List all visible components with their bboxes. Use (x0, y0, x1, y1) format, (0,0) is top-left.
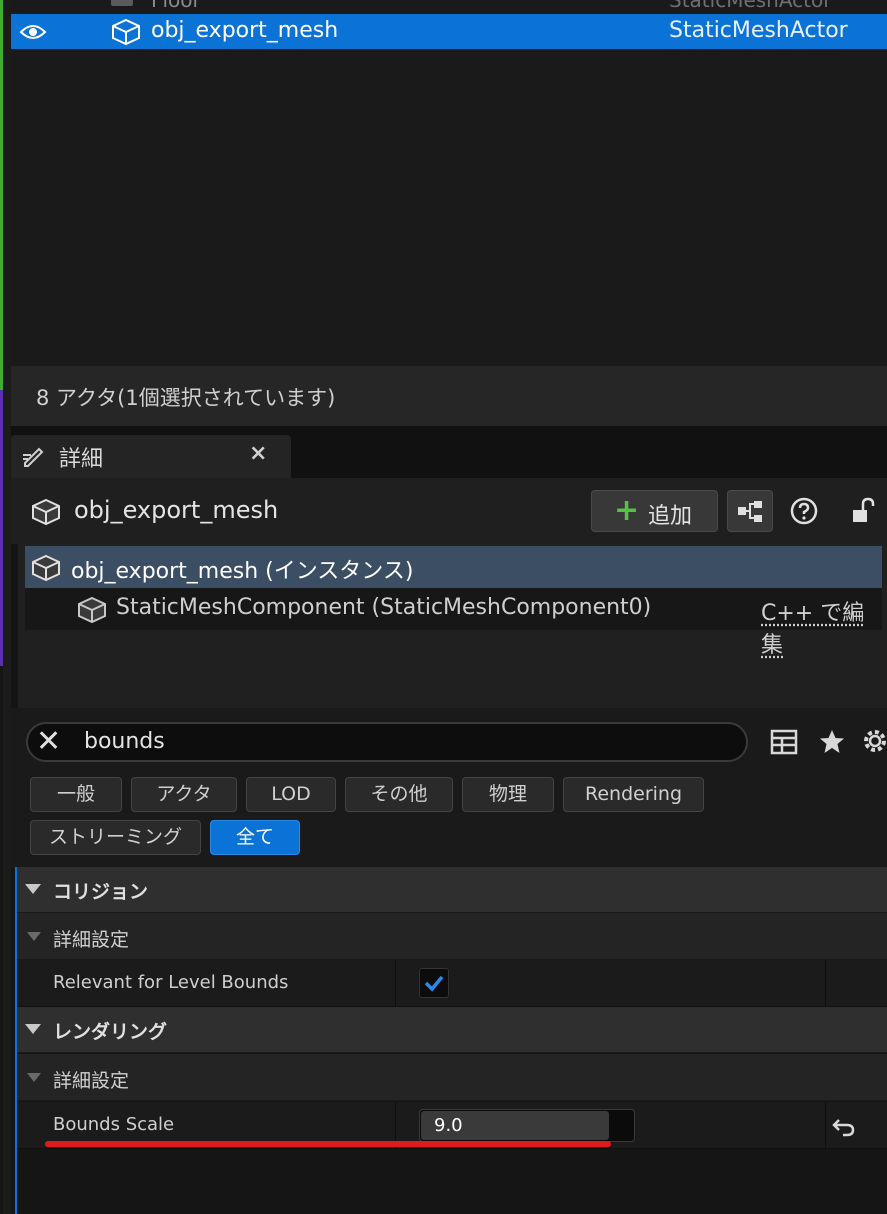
property-row-relevant-for-level-bounds: Relevant for Level Bounds (17, 960, 887, 1007)
filter-chip-physics[interactable]: 物理 (462, 777, 554, 812)
section-rendering[interactable]: レンダリング (17, 1007, 887, 1053)
filter-chip-misc[interactable]: その他 (345, 777, 453, 812)
outliner-row-selected[interactable]: obj_export_mesh StaticMeshActor (11, 14, 887, 49)
clear-search-icon[interactable]: ✕ (36, 724, 61, 760)
edit-in-cpp-link[interactable]: C++ で編集 (761, 595, 882, 659)
filter-chip-actor[interactable]: アクタ (131, 777, 237, 812)
section-title: コリジョン (53, 881, 149, 903)
blueprint-button[interactable] (727, 490, 773, 532)
bounds-scale-field[interactable]: 9.0 (419, 1109, 635, 1142)
search-input[interactable]: ✕ bounds (26, 722, 748, 762)
component-row-instance[interactable]: obj_export_mesh (インスタンス) (25, 546, 882, 588)
actor-type: StaticMeshActor (669, 0, 832, 12)
filter-chip-general[interactable]: 一般 (30, 777, 122, 812)
column-divider (825, 1102, 826, 1149)
static-mesh-icon (32, 498, 60, 526)
add-button-label: 追加 (648, 504, 693, 529)
component-row-static-mesh[interactable]: StaticMeshComponent (StaticMeshComponent… (25, 588, 882, 658)
reset-icon[interactable] (831, 1114, 857, 1138)
expand-arrow-icon (27, 1073, 41, 1082)
left-gutter (3, 0, 11, 1214)
section-collision[interactable]: コリジョン (17, 867, 887, 913)
add-component-button[interactable]: + 追加 (591, 490, 718, 532)
column-divider (395, 960, 396, 1007)
highlight-underline (45, 1141, 611, 1147)
relevant-for-level-bounds-checkbox[interactable] (419, 968, 449, 998)
blueprint-icon (738, 501, 762, 522)
tab-details[interactable]: 詳細 × (11, 435, 291, 478)
column-divider (825, 960, 826, 1007)
component-label: StaticMeshComponent (StaticMeshComponent… (116, 595, 652, 620)
static-mesh-icon (32, 554, 60, 582)
expand-arrow-icon (25, 884, 41, 894)
subsection-collision-advanced[interactable]: 詳細設定 (17, 913, 887, 960)
search-value: bounds (84, 729, 165, 754)
section-title: レンダリング (53, 1021, 168, 1043)
details-header: obj_export_mesh + 追加 (11, 478, 887, 544)
eye-icon[interactable] (19, 22, 47, 42)
property-label: Bounds Scale (53, 1114, 175, 1135)
filter-chip-rendering[interactable]: Rendering (563, 777, 704, 812)
static-mesh-icon (112, 18, 140, 46)
filter-chip-streaming[interactable]: ストリーミング (30, 820, 201, 855)
actor-type: StaticMeshActor (669, 18, 848, 43)
actor-name: obj_export_mesh (151, 18, 339, 43)
subsection-rendering-advanced[interactable]: 詳細設定 (17, 1054, 887, 1101)
static-mesh-icon (78, 596, 106, 624)
filter-chip-lod[interactable]: LOD (246, 777, 336, 812)
subsection-title: 詳細設定 (53, 929, 130, 951)
static-mesh-icon (111, 0, 133, 6)
expand-arrow-icon (25, 1024, 41, 1034)
actor-name: Floor (151, 0, 201, 12)
actor-count-status: 8 アクタ(1個選択されています) (36, 386, 336, 410)
bounds-scale-value: 9.0 (434, 1115, 463, 1136)
filter-chip-all[interactable]: 全て (210, 820, 300, 855)
close-icon[interactable]: × (249, 441, 267, 466)
property-label: Relevant for Level Bounds (53, 972, 289, 993)
outliner-status-bar: 8 アクタ(1個選択されています) (11, 366, 887, 426)
outliner-row[interactable]: Floor StaticMeshActor (11, 0, 887, 12)
table-icon[interactable] (770, 728, 798, 756)
expand-arrow-icon (27, 932, 41, 941)
selected-actor-name[interactable]: obj_export_mesh (74, 496, 278, 524)
gear-icon[interactable] (860, 726, 887, 756)
help-icon[interactable] (789, 496, 819, 526)
star-icon[interactable] (818, 728, 846, 756)
tab-title: 詳細 (59, 447, 104, 472)
checkmark-icon (424, 975, 444, 992)
lock-icon[interactable] (847, 496, 877, 526)
plus-icon: + (614, 493, 640, 528)
outliner-panel (11, 0, 887, 366)
component-label: obj_export_mesh (インスタンス) (71, 559, 414, 584)
subsection-title: 詳細設定 (53, 1070, 130, 1092)
pencil-icon (23, 447, 44, 467)
